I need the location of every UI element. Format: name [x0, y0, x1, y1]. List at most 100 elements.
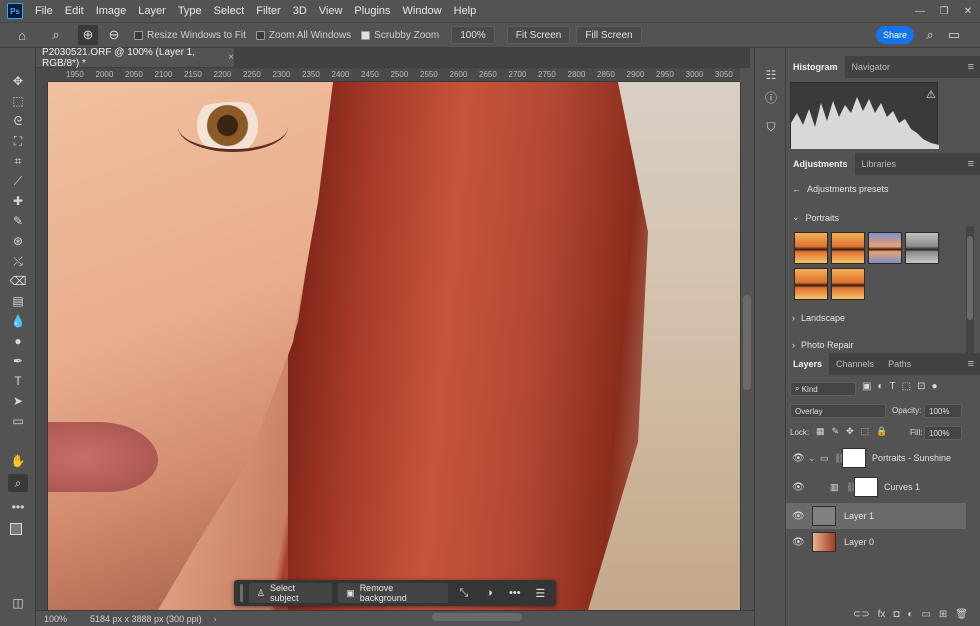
landscape-section[interactable]: › Landscape [792, 313, 845, 323]
filter-adjustment-icon[interactable]: ◐ [877, 381, 883, 392]
filter-toggle-icon[interactable]: ● [931, 381, 937, 392]
menu-view[interactable]: View [313, 5, 349, 17]
zoom-out-icon[interactable]: ⊖ [104, 25, 124, 45]
type-tool-icon[interactable]: T [8, 372, 28, 390]
layer-row[interactable]: 👁 ▥ ⛓ Curves 1 [786, 474, 966, 500]
layer-mask-thumbnail[interactable] [842, 448, 866, 468]
object-selection-tool-icon[interactable]: ⛶ [8, 132, 28, 150]
preset-thumbnail[interactable] [905, 232, 939, 264]
search-icon[interactable]: ⌕ [920, 25, 940, 45]
adjustment-circle-icon[interactable]: ◑ [480, 583, 499, 603]
more-tools-icon[interactable]: ••• [8, 498, 28, 516]
color-swatches-icon[interactable] [8, 522, 28, 540]
zoom-tool-icon[interactable]: ⌕ [8, 474, 28, 492]
visibility-eye-icon[interactable]: 👁 [792, 453, 808, 464]
lock-pixels-icon[interactable]: ✎ [832, 426, 840, 437]
visibility-eye-icon[interactable]: 👁 [792, 482, 808, 493]
status-chevron-icon[interactable]: › [214, 614, 217, 624]
vertical-ruler[interactable] [36, 82, 48, 610]
eyedropper-tool-icon[interactable]: ⟋ [8, 172, 28, 190]
menu-type[interactable]: Type [172, 5, 208, 17]
layer-row[interactable]: 👁 Layer 0 [786, 529, 966, 555]
kind-filter-select[interactable]: ⌕ Kind [790, 382, 856, 396]
share-button[interactable]: Share [876, 26, 914, 44]
tab-layers[interactable]: Layers [786, 353, 830, 375]
adjustments-scroll-thumb[interactable] [967, 236, 973, 320]
opacity-field[interactable]: 100% [924, 404, 962, 418]
layer-thumbnail[interactable] [812, 532, 836, 552]
filter-pixel-icon[interactable]: ▣ [862, 381, 871, 392]
layer-row[interactable]: 👁 ⌄ ▭ ⛓ Portraits - Sunshine [786, 445, 966, 471]
lock-position-icon[interactable]: ✥ [846, 426, 854, 437]
lasso-tool-icon[interactable]: ᘓ [8, 112, 28, 130]
new-adjustment-icon[interactable]: ◐ [907, 609, 913, 620]
clone-stamp-tool-icon[interactable]: ⊛ [8, 232, 28, 250]
layer-thumbnail[interactable] [812, 506, 836, 526]
add-mask-icon[interactable]: ◘ [893, 609, 899, 620]
preset-thumbnail[interactable] [868, 232, 902, 264]
move-tool-icon[interactable]: ✥ [8, 72, 28, 90]
tab-paths[interactable]: Paths [881, 353, 918, 375]
visibility-eye-icon[interactable]: 👁 [792, 537, 808, 548]
menu-select[interactable]: Select [208, 5, 251, 17]
pen-tool-icon[interactable]: ✒ [8, 352, 28, 370]
new-group-icon[interactable]: ▭ [921, 609, 930, 620]
stamp-panel-icon[interactable]: ⛉ [761, 118, 781, 136]
info-icon[interactable]: ⓘ [761, 88, 781, 106]
horizontal-scroll-thumb[interactable] [432, 613, 522, 621]
zoom-in-icon[interactable]: ⊕ [78, 25, 98, 45]
menu-filter[interactable]: Filter [250, 5, 286, 17]
quick-mask-icon[interactable]: ◫ [8, 594, 28, 612]
lock-all-icon[interactable]: 🔒 [876, 426, 887, 437]
chevron-down-icon[interactable]: ⌄ [808, 453, 820, 464]
tab-adjustments[interactable]: Adjustments [786, 153, 855, 175]
tab-navigator[interactable]: Navigator [845, 56, 898, 78]
document-tab[interactable]: P2030521.ORF @ 100% (Layer 1, RGB/8*) * … [36, 47, 234, 69]
history-brush-tool-icon[interactable]: ⤯ [8, 252, 28, 270]
horizontal-ruler[interactable]: 1950 2000 2050 2100 2150 2200 2250 2300 2350 2400… [48, 68, 740, 82]
filter-type-icon[interactable]: T [890, 381, 896, 392]
dodge-tool-icon[interactable]: ● [8, 332, 28, 350]
home-icon[interactable]: ⌂ [12, 25, 32, 45]
lock-artboard-icon[interactable]: ⬚ [861, 426, 870, 437]
resize-windows-checkbox[interactable]: Resize Windows to Fit [134, 30, 246, 41]
trash-icon[interactable]: 🗑 [955, 609, 968, 620]
crop-tool-icon[interactable]: ⌗ [8, 152, 28, 170]
fx-icon[interactable]: fx [878, 609, 886, 620]
taskbar-grip-icon[interactable] [240, 584, 243, 602]
close-window-button[interactable]: ✕ [956, 6, 980, 17]
menu-window[interactable]: Window [397, 5, 448, 17]
scrubby-zoom-checkbox[interactable]: Scrubby Zoom [361, 30, 439, 41]
zoom-value-field[interactable]: 100% [451, 26, 495, 44]
preset-thumbnail[interactable] [794, 268, 828, 300]
visibility-eye-icon[interactable]: 👁 [792, 511, 808, 522]
select-subject-button[interactable]: ♙ Select subject [248, 583, 333, 603]
settings-sliders-icon[interactable]: ☰ [531, 583, 550, 603]
fit-screen-button[interactable]: Fit Screen [506, 26, 571, 44]
image-canvas[interactable] [48, 82, 740, 610]
workspace-icon[interactable]: ▭ [944, 25, 964, 45]
maximize-button[interactable]: ❐ [932, 6, 956, 17]
blur-tool-icon[interactable]: 💧 [8, 312, 28, 330]
menu-image[interactable]: Image [90, 5, 133, 17]
preset-thumbnail[interactable] [831, 232, 865, 264]
menu-edit[interactable]: Edit [59, 5, 90, 17]
brush-tool-icon[interactable]: ✎ [8, 212, 28, 230]
transform-icon[interactable]: ⤡ [454, 583, 473, 603]
panel-menu-icon[interactable]: ≡ [968, 158, 974, 170]
portraits-section[interactable]: ⌄ Portraits [792, 212, 839, 223]
adjustments-scrollbar[interactable] [966, 226, 974, 356]
layer-row-selected[interactable]: 👁 Layer 1 [786, 503, 966, 529]
layer-mask-thumbnail[interactable] [854, 477, 878, 497]
panel-menu-icon[interactable]: ≡ [968, 358, 974, 370]
preset-thumbnail[interactable] [794, 232, 828, 264]
hand-tool-icon[interactable]: ✋ [8, 452, 28, 470]
menu-3d[interactable]: 3D [287, 5, 313, 17]
minimize-button[interactable]: — [908, 6, 932, 17]
vertical-scroll-thumb[interactable] [743, 295, 751, 390]
healing-brush-tool-icon[interactable]: ✚ [8, 192, 28, 210]
preset-thumbnail[interactable] [831, 268, 865, 300]
tab-histogram[interactable]: Histogram [786, 56, 845, 78]
tab-libraries[interactable]: Libraries [855, 153, 904, 175]
fill-field[interactable]: 100% [924, 426, 962, 440]
